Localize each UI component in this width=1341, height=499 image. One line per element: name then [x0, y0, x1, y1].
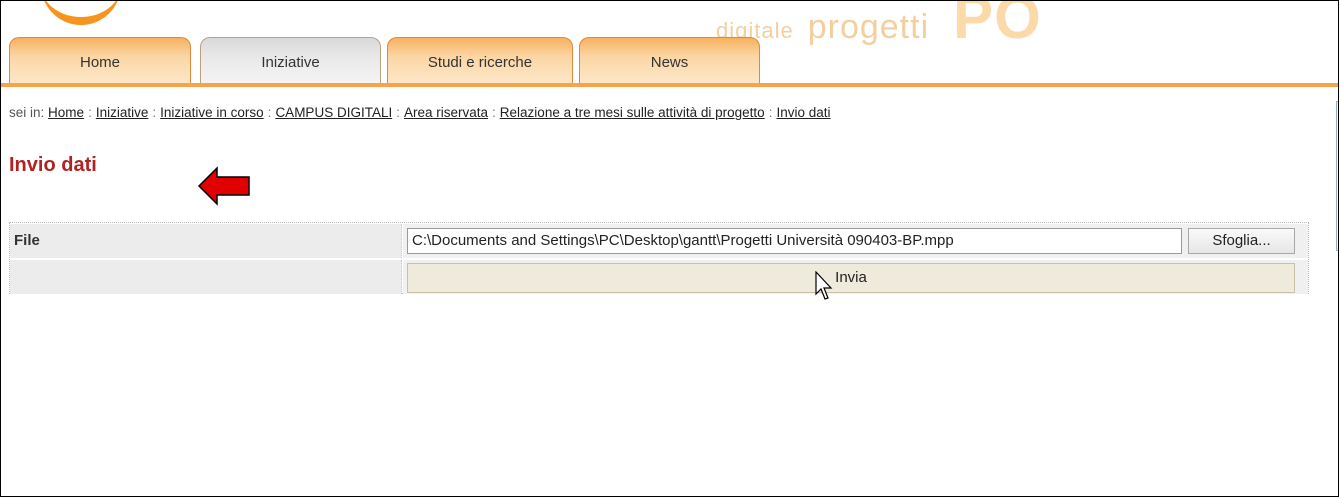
tab-news[interactable]: News	[579, 37, 760, 83]
breadcrumb-separator: :	[152, 105, 157, 120]
breadcrumb-area-riservata[interactable]: Area riservata	[404, 105, 488, 120]
breadcrumb-invio-dati[interactable]: Invio dati	[776, 105, 830, 120]
red-arrow-annotation-icon	[197, 166, 250, 206]
tab-home[interactable]: Home	[9, 37, 191, 83]
breadcrumb-separator: :	[768, 105, 773, 120]
browse-button[interactable]: Sfoglia...	[1188, 228, 1295, 254]
page-title: Invio dati	[9, 154, 97, 176]
breadcrumb-separator: :	[396, 105, 400, 120]
file-label: File	[10, 224, 402, 258]
breadcrumb-relazione[interactable]: Relazione a tre mesi sulle attività di p…	[500, 105, 765, 120]
site-logo[interactable]	[41, 1, 121, 25]
breadcrumb-campus-digitali[interactable]: CAMPUS DIGITALI	[275, 105, 392, 120]
submit-cell: Invia	[403, 260, 1308, 294]
breadcrumb-separator: :	[492, 105, 496, 120]
side-panel-edge	[1336, 101, 1338, 251]
submit-row: Invia	[10, 260, 1308, 294]
empty-label-cell	[10, 260, 402, 294]
breadcrumb: sei in: Home: Iniziative: Iniziative in co…	[9, 105, 831, 120]
file-row: File C:\Documents and Settings\PC\Deskto…	[10, 224, 1308, 258]
upload-form: File C:\Documents and Settings\PC\Deskto…	[9, 222, 1309, 294]
breadcrumb-separator: :	[267, 105, 272, 120]
tab-iniziative[interactable]: Iniziative	[200, 37, 381, 83]
submit-button[interactable]: Invia	[407, 263, 1295, 293]
main-nav-tabs: Home Iniziative Studi e ricerche News	[1, 37, 1338, 87]
file-path-input[interactable]: C:\Documents and Settings\PC\Desktop\gan…	[407, 228, 1182, 254]
breadcrumb-iniziative[interactable]: Iniziative	[96, 105, 149, 120]
breadcrumb-separator: :	[88, 105, 92, 120]
browser-viewport: digitale progetti PO Home Iniziative Studi…	[0, 0, 1339, 497]
breadcrumb-prefix: sei in:	[9, 105, 45, 120]
tab-studi-e-ricerche[interactable]: Studi e ricerche	[387, 37, 573, 83]
file-cell: C:\Documents and Settings\PC\Desktop\gan…	[403, 224, 1308, 258]
mouse-pointer-icon	[815, 271, 833, 300]
breadcrumb-home[interactable]: Home	[48, 105, 84, 120]
breadcrumb-iniziative-in-corso[interactable]: Iniziative in corso	[160, 105, 264, 120]
